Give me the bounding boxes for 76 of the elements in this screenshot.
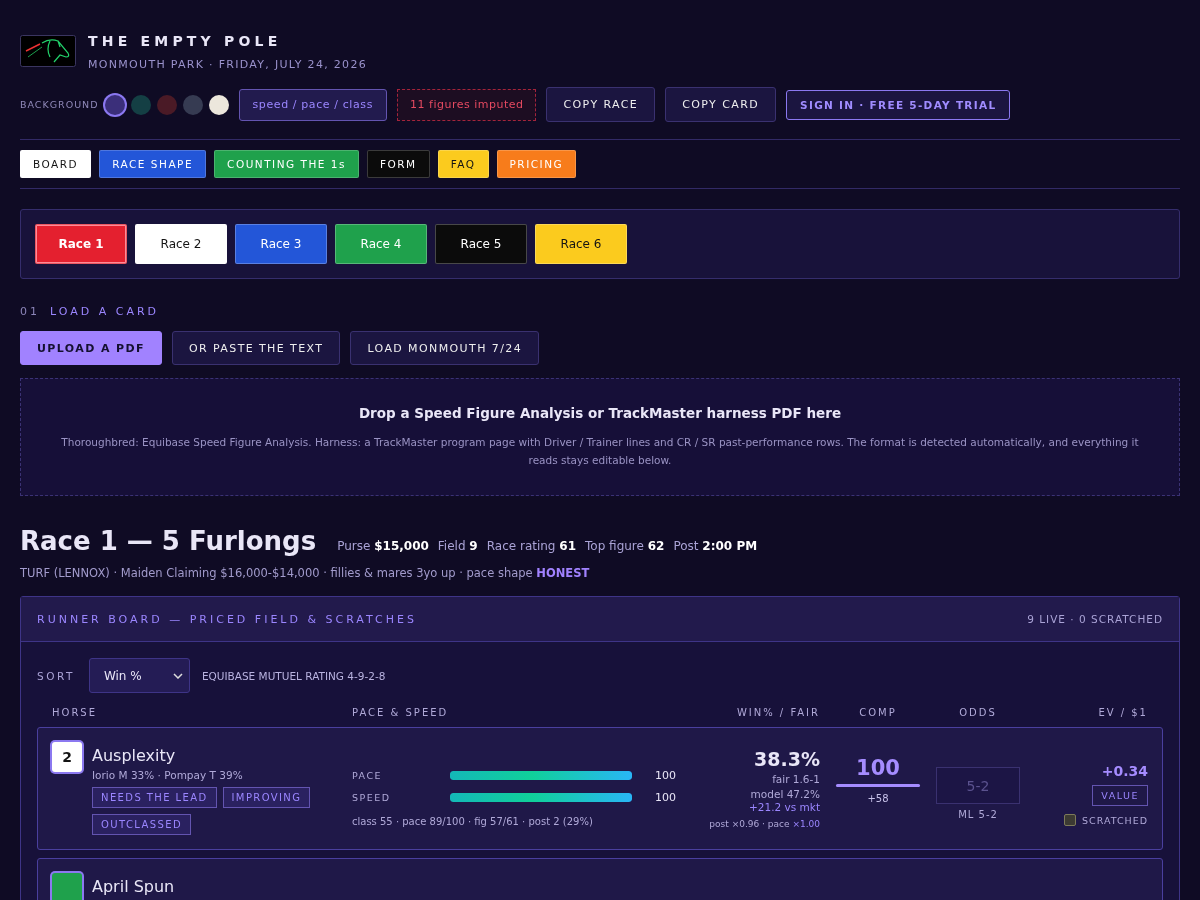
drop-zone[interactable] <box>20 378 1180 496</box>
race-tab[interactable]: Race 5 <box>435 224 527 264</box>
pace-factor: ×1.00 <box>792 819 820 829</box>
win-percent: 38.3% <box>753 748 820 770</box>
column-header: COMP <box>858 707 898 718</box>
color-swatch[interactable] <box>130 94 151 115</box>
sort-label: SORT <box>37 669 75 682</box>
runner-count: 9 LIVE · 0 SCRATCHED <box>1027 613 1163 625</box>
column-header: WIN% / FAIR <box>735 707 820 718</box>
sort-select[interactable]: Win % <box>88 658 190 693</box>
race-tab[interactable]: Race 3 <box>235 224 327 264</box>
column-header: EV / $1 <box>1097 707 1148 718</box>
race-stat: Purse $15,000 <box>337 539 429 553</box>
load-button[interactable]: OR PASTE THE TEXT <box>172 331 341 365</box>
program-number: 2 <box>52 742 82 772</box>
site-title: THE EMPTY POLE <box>88 33 283 49</box>
connections: Iorio M 33% · Pompay T 39% <box>92 769 244 781</box>
color-swatch[interactable] <box>104 94 125 115</box>
step-title: LOAD A CARD <box>50 305 160 318</box>
nav-tab[interactable]: FORM <box>367 150 430 178</box>
horse-tag: IMPROVING <box>222 787 311 808</box>
sign-in-button[interactable]: SIGN IN · FREE 5-DAY TRIAL <box>786 89 1011 120</box>
race-stat: Field 9 <box>437 539 478 553</box>
horse-logo <box>20 35 76 67</box>
bar-label: SPEED <box>352 791 392 803</box>
board-title: RUNNER BOARD — PRICED FIELD & SCRATCHES <box>37 612 417 626</box>
figure-detail: class 55 · pace 89/100 · fig 57/61 · post 2 (29%) <box>352 816 594 827</box>
column-header: HORSE <box>52 707 98 718</box>
mode-button[interactable]: speed / pace / class <box>238 88 387 121</box>
load-button[interactable]: LOAD MONMOUTH 7/24 <box>350 331 540 365</box>
horse-tag: OUTCLASSED <box>92 814 192 835</box>
copy-button[interactable]: COPY CARD <box>665 87 777 122</box>
color-swatch[interactable] <box>182 94 203 115</box>
model-percent: model 47.2% <box>749 788 820 800</box>
background-label: BACKGROUND <box>20 99 99 110</box>
race-stat: Top figure 62 <box>585 539 665 553</box>
column-header: ODDS <box>958 707 998 718</box>
race-tab[interactable]: Race 2 <box>135 224 227 264</box>
nav-tab[interactable]: FAQ <box>437 150 489 178</box>
comp-delta: +58 <box>867 793 889 804</box>
race-conditions: TURF (LENNOX) · Maiden Claiming $16,000-$14,000 · fillies & mares 3yo up · pace shape HONEST <box>20 566 591 580</box>
race-stat: Post 2:00 PM <box>673 539 758 553</box>
bar-label: PACE <box>352 769 384 781</box>
load-button[interactable]: UPLOAD A PDF <box>20 331 162 365</box>
fair-odds: fair 1.6-1 <box>771 773 820 785</box>
imputed-badge: 11 figures imputed <box>397 88 537 121</box>
drop-description: Thoroughbred: Equibase Speed Figure Analysis. Harness: a TrackMaster program page with Driver / Trainer lines and CR / SR past-performance rows. The format is detected automatically, and everything it reads stays editable below. <box>60 435 1140 468</box>
odds-field[interactable]: 5-2 <box>936 767 1020 804</box>
race-stat: Race rating 61 <box>486 539 576 553</box>
value-tag: VALUE <box>1092 785 1148 806</box>
bar-value: 100 <box>655 790 676 804</box>
step-number: 01 <box>20 305 40 318</box>
color-swatch[interactable] <box>156 94 177 115</box>
race-tab[interactable]: Race 1 <box>35 224 127 264</box>
drop-title: Drop a Speed Figure Analysis or TrackMaster harness PDF here <box>357 405 843 421</box>
scratched-label: SCRATCHED <box>1082 814 1148 826</box>
race-tab[interactable]: Race 6 <box>535 224 627 264</box>
morning-line: ML 5-2 <box>958 809 998 820</box>
horse-name: Ausplexity <box>92 746 177 765</box>
nav-tab[interactable]: BOARD <box>20 150 92 178</box>
horse-name: April Spun <box>92 877 175 896</box>
nav-tab[interactable]: RACE SHAPE <box>99 150 207 178</box>
horse-tag: NEEDS THE LEAD <box>92 787 217 808</box>
copy-button[interactable]: COPY RACE <box>546 87 656 122</box>
column-header: PACE & SPEED <box>352 707 450 718</box>
comp-score: 100 <box>856 756 900 780</box>
chevron-icon <box>172 672 183 679</box>
mutuel-rating: EQUIBASE MUTUEL RATING 4-9-2-8 <box>201 669 386 682</box>
race-title: Race 1 — 5 Furlongs <box>20 526 317 556</box>
track-date: MONMOUTH PARK · FRIDAY, JULY 24, 2026 <box>88 58 367 71</box>
market-edge: +21.2 vs mkt <box>748 801 820 813</box>
ev-value: +0.34 <box>1101 763 1148 779</box>
bar-value: 100 <box>655 768 676 782</box>
post-factor: post ×0.96 · pace <box>709 819 790 829</box>
scratched-checkbox[interactable] <box>1064 814 1076 826</box>
color-swatch[interactable] <box>208 94 229 115</box>
